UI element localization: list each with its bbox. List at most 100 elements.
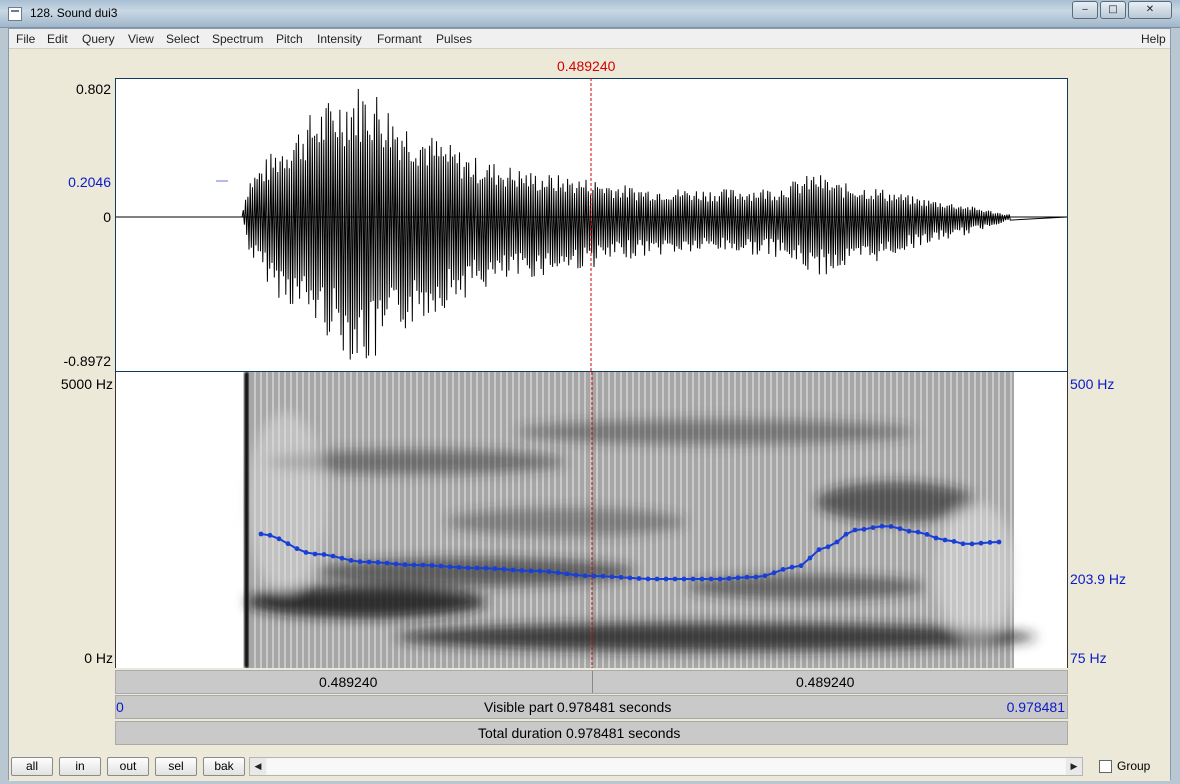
- menu-help[interactable]: Help: [1141, 32, 1166, 46]
- pitch-point: [366, 559, 372, 565]
- pitch-point: [870, 525, 876, 530]
- left-segment-duration: 0.489240: [319, 674, 378, 690]
- visible-end-time: 0.978481: [1006, 699, 1065, 715]
- horizontal-scrollbar[interactable]: ◀ ▶: [249, 757, 1083, 776]
- scroll-left-icon[interactable]: ◀: [250, 758, 266, 775]
- visible-start-time: 0: [116, 699, 124, 715]
- pitch-point: [681, 576, 687, 582]
- pitch-point: [330, 553, 336, 559]
- menu-spectrum[interactable]: Spectrum: [212, 32, 263, 46]
- right-segment-duration: 0.489240: [796, 674, 855, 690]
- pitch-point: [825, 544, 831, 550]
- cursor-line-wave: [590, 78, 592, 372]
- zoom-in-button[interactable]: in: [59, 757, 101, 776]
- spectrogram-panel[interactable]: [115, 372, 1068, 668]
- scroll-right-icon[interactable]: ▶: [1066, 758, 1082, 775]
- total-duration-bar[interactable]: Total duration 0.978481 seconds: [115, 721, 1068, 745]
- zoom-out-button[interactable]: out: [107, 757, 149, 776]
- pitch-point: [339, 555, 345, 561]
- pitch-point: [546, 569, 552, 574]
- pitch-point: [321, 552, 327, 557]
- zoom-all-button[interactable]: all: [11, 757, 53, 776]
- pitch-point: [294, 546, 300, 552]
- pitch-point: [816, 547, 822, 552]
- pitch-point: [834, 539, 840, 545]
- pitch-point: [915, 529, 921, 535]
- cursor-time-label: 0.489240: [557, 58, 616, 74]
- window-title: 128. Sound dui3: [30, 6, 118, 20]
- pitch-point: [789, 564, 795, 570]
- selection-time-bar[interactable]: 0.489240 0.489240: [115, 670, 1068, 694]
- pitch-point: [528, 568, 534, 574]
- menu-file[interactable]: File: [16, 32, 35, 46]
- pitch-point: [492, 566, 498, 572]
- bottom-toolbar: all in out sel bak ◀ ▶ Group: [9, 751, 1170, 781]
- zoom-back-button[interactable]: bak: [203, 757, 245, 776]
- pitch-point: [348, 558, 354, 563]
- pitch-point: [717, 576, 723, 582]
- pitch-point: [474, 565, 480, 571]
- total-duration-label: Total duration 0.978481 seconds: [478, 725, 681, 741]
- wave-y-min: -0.8972: [63, 353, 111, 369]
- pitch-point: [618, 574, 624, 580]
- pitch-point: [501, 566, 507, 572]
- menu-query[interactable]: Query: [82, 32, 115, 46]
- pitch-point: [879, 523, 885, 529]
- sound-editor-canvas[interactable]: 0.489240 0.802 0.2046 0 -0.8972 5000 Hz …: [9, 50, 1170, 751]
- pitch-point: [429, 563, 435, 568]
- pitch-point: [276, 536, 282, 542]
- pitch-point: [483, 565, 489, 571]
- pitch-point: [357, 559, 363, 565]
- wave-y-max: 0.802: [75, 81, 111, 97]
- pitch-point: [645, 576, 651, 582]
- pitch-point: [447, 564, 453, 570]
- close-button[interactable]: ✕: [1128, 1, 1172, 19]
- menu-formant[interactable]: Formant: [377, 32, 422, 46]
- zoom-selection-button[interactable]: sel: [155, 757, 197, 776]
- pitch-point: [771, 570, 777, 576]
- menu-pulses[interactable]: Pulses: [436, 32, 472, 46]
- scroll-thumb[interactable]: [267, 759, 1065, 774]
- group-label: Group: [1117, 759, 1151, 773]
- group-checkbox[interactable]: [1099, 759, 1112, 773]
- group-toggle[interactable]: Group: [1099, 759, 1150, 773]
- pitch-point: [384, 560, 390, 566]
- pitch-point: [708, 576, 714, 582]
- pitch-point: [951, 539, 957, 544]
- pitch-point: [285, 541, 291, 547]
- pitch-point: [456, 565, 462, 570]
- pitch-point: [627, 575, 633, 581]
- menu-pitch[interactable]: Pitch: [276, 32, 303, 46]
- visible-part-bar[interactable]: 0 Visible part 0.978481 seconds 0.978481: [115, 695, 1068, 719]
- menu-intensity[interactable]: Intensity: [317, 32, 362, 46]
- pitch-cursor: 203.9 Hz: [1070, 571, 1127, 587]
- pitch-point: [942, 537, 948, 543]
- pitch-point: [978, 540, 984, 546]
- pitch-point: [924, 532, 930, 537]
- minimize-button[interactable]: ‒: [1072, 1, 1098, 19]
- pitch-bottom: 75 Hz: [1070, 650, 1107, 666]
- pitch-point: [393, 561, 399, 567]
- maximize-button[interactable]: □: [1100, 1, 1126, 19]
- pitch-point: [807, 555, 813, 561]
- pitch-point: [303, 550, 309, 555]
- pitch-point: [510, 567, 516, 573]
- menu-select[interactable]: Select: [166, 32, 199, 46]
- pitch-point: [555, 570, 561, 576]
- spec-freq-top: 5000 Hz: [60, 376, 113, 392]
- pitch-point: [987, 540, 993, 545]
- pitch-point: [744, 574, 750, 580]
- pitch-point: [375, 560, 381, 565]
- spectrogram-plot: [244, 372, 1036, 668]
- segment-divider: [592, 671, 593, 693]
- pitch-point: [753, 574, 759, 580]
- pitch-point: [420, 562, 426, 568]
- pitch-point: [636, 576, 642, 581]
- pitch-point: [465, 565, 471, 571]
- pitch-point: [582, 573, 588, 579]
- pitch-point: [906, 528, 912, 534]
- menu-view[interactable]: View: [128, 32, 154, 46]
- pitch-point: [672, 576, 678, 582]
- spec-freq-bottom: 0 Hz: [84, 650, 113, 666]
- menu-edit[interactable]: Edit: [47, 32, 68, 46]
